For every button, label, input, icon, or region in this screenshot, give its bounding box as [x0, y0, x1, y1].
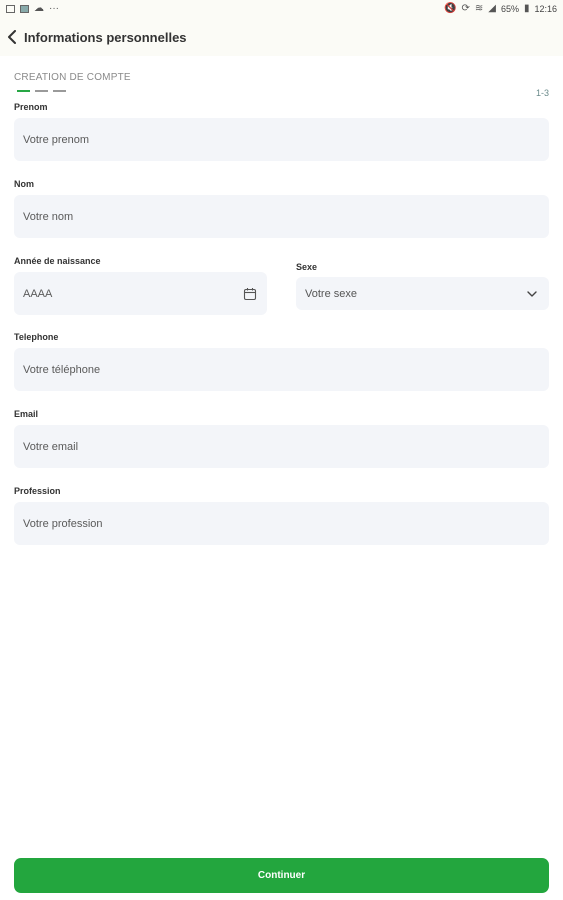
telephone-label: Telephone — [14, 332, 59, 342]
status-bar-right: 🔇 ⟳ ≋ ◢ 65% ▮ 12:16 — [444, 3, 557, 15]
nom-field[interactable] — [14, 195, 549, 238]
prenom-input[interactable] — [23, 133, 540, 146]
prenom-label: Prenom — [14, 102, 48, 112]
chevron-down-icon — [524, 286, 540, 302]
step-dash-3 — [53, 90, 66, 92]
annee-input[interactable] — [23, 287, 242, 300]
annee-field[interactable] — [14, 272, 267, 315]
sexe-value: Votre sexe — [305, 287, 357, 300]
prenom-field[interactable] — [14, 118, 549, 161]
email-field[interactable] — [14, 425, 549, 468]
step-count: 1-3 — [535, 88, 549, 98]
email-label: Email — [14, 409, 39, 419]
step-indicator: CREATION DE COMPTE 1-3 — [14, 72, 549, 98]
image-icon — [6, 5, 15, 13]
clock: 12:16 — [534, 4, 557, 14]
app-bar: Informations personnelles — [0, 18, 563, 56]
signal-icon: ◢ — [488, 3, 496, 14]
calendar-icon[interactable] — [242, 286, 258, 302]
mute-icon: 🔇 — [444, 3, 457, 14]
page-title: Informations personnelles — [24, 29, 187, 45]
chevron-left-icon — [8, 30, 16, 44]
app-icon — [20, 5, 29, 13]
profession-label: Profession — [14, 486, 61, 496]
step-title: CREATION DE COMPTE — [14, 72, 131, 83]
step-dash-1 — [17, 90, 30, 92]
sexe-label: Sexe — [296, 262, 318, 272]
sexe-select[interactable]: Votre sexe — [296, 277, 549, 310]
status-bar: ☁ ··· 🔇 ⟳ ≋ ◢ 65% ▮ 12:16 — [0, 0, 563, 18]
telephone-input[interactable] — [23, 363, 540, 376]
nom-input[interactable] — [23, 210, 540, 223]
continue-button[interactable]: Continuer — [14, 858, 549, 893]
back-button[interactable] — [0, 18, 24, 56]
wifi-icon: ≋ — [474, 3, 484, 14]
profession-field[interactable] — [14, 502, 549, 545]
battery-percent: 65% — [500, 4, 519, 14]
status-bar-left: ☁ ··· — [6, 4, 59, 14]
nom-label: Nom — [14, 179, 34, 189]
more-icon: ··· — [49, 3, 59, 14]
step-dash-2 — [35, 90, 48, 92]
step-progress — [17, 90, 66, 92]
sync-icon: ⟳ — [461, 3, 470, 14]
profession-input[interactable] — [23, 517, 540, 530]
battery-icon: ▮ — [523, 3, 530, 14]
cloud-icon: ☁ — [34, 3, 44, 14]
telephone-field[interactable] — [14, 348, 549, 391]
annee-label: Année de naissance — [14, 256, 101, 266]
email-input[interactable] — [23, 440, 540, 453]
